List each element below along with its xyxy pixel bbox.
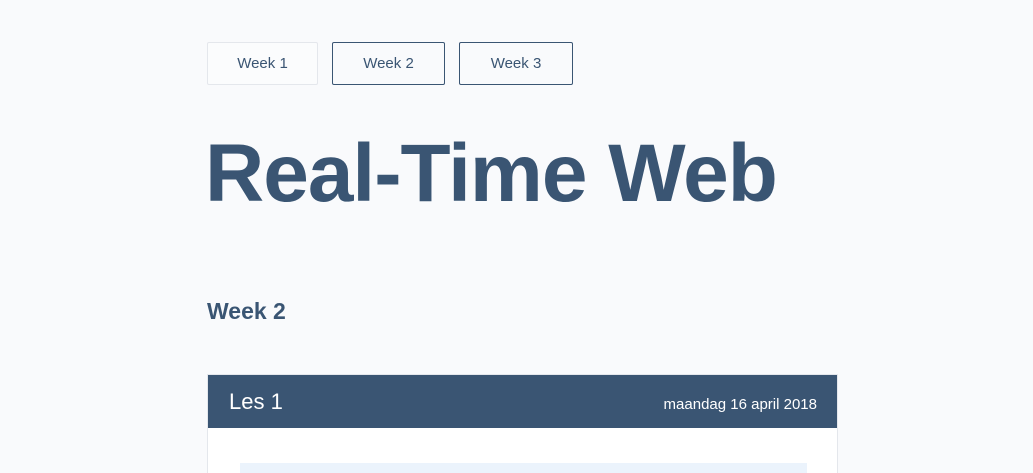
tab-week-2[interactable]: Week 2 [332, 42, 445, 85]
page: Week 1 Week 2 Week 3 Real-Time Web Week … [0, 0, 1033, 473]
lesson-card: Les 1 maandag 16 april 2018 [207, 374, 838, 473]
tab-week-1[interactable]: Week 1 [207, 42, 318, 85]
page-title: Real-Time Web [205, 128, 778, 219]
lesson-title: Les 1 [229, 388, 283, 414]
tab-week-3[interactable]: Week 3 [459, 42, 573, 85]
section-heading: Week 2 [207, 298, 286, 324]
lesson-date: maandag 16 april 2018 [663, 396, 817, 413]
week-navigation: Week 1 Week 2 Week 3 [207, 42, 573, 85]
lesson-header: Les 1 maandag 16 april 2018 [208, 375, 837, 428]
lesson-content-block [240, 463, 807, 473]
